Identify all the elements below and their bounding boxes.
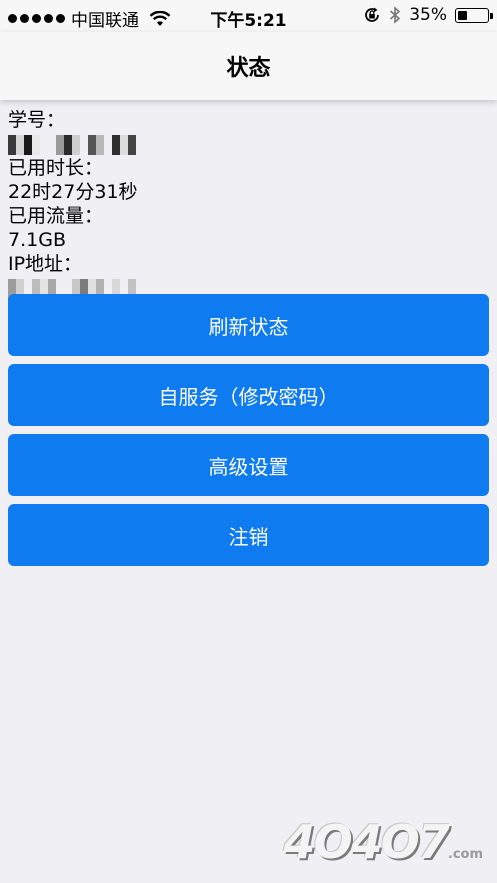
rotation-lock-icon — [365, 7, 380, 22]
battery-percent: 35% — [409, 5, 447, 25]
ip-address-label: IP地址： — [8, 253, 83, 275]
watermark-suffix: .com — [447, 847, 483, 862]
watermark-logo: 4O4O7.com — [284, 815, 483, 869]
data-used-label: 已用流量： — [8, 205, 104, 227]
status-bar: 中国联通 下午5:21 35% — [0, 0, 497, 32]
refresh-status-button[interactable]: 刷新状态 — [8, 294, 489, 356]
watermark-text: 4O4O7 — [283, 815, 450, 869]
time-used-value: 22时27分31秒 — [8, 181, 138, 203]
student-id-label: 学号： — [8, 109, 66, 131]
redacted-block — [8, 134, 136, 155]
data-used-value: 7.1GB — [8, 229, 66, 251]
time-used-label: 已用时长： — [8, 157, 104, 179]
navigation-bar: 状态 — [0, 32, 497, 100]
page-title: 状态 — [226, 56, 271, 81]
advanced-settings-button[interactable]: 高级设置 — [8, 434, 489, 496]
status-info: 学号： 已用时长： 22时27分31秒 已用流量： 7.1GB IP地址： — [8, 108, 138, 300]
status-bar-right: 35% — [363, 5, 493, 25]
bluetooth-icon — [390, 6, 401, 24]
logout-button[interactable]: 注销 — [8, 504, 489, 566]
self-service-button[interactable]: 自服务（修改密码） — [8, 364, 489, 426]
student-id-value-redacted — [8, 132, 138, 156]
battery-icon — [455, 7, 493, 23]
